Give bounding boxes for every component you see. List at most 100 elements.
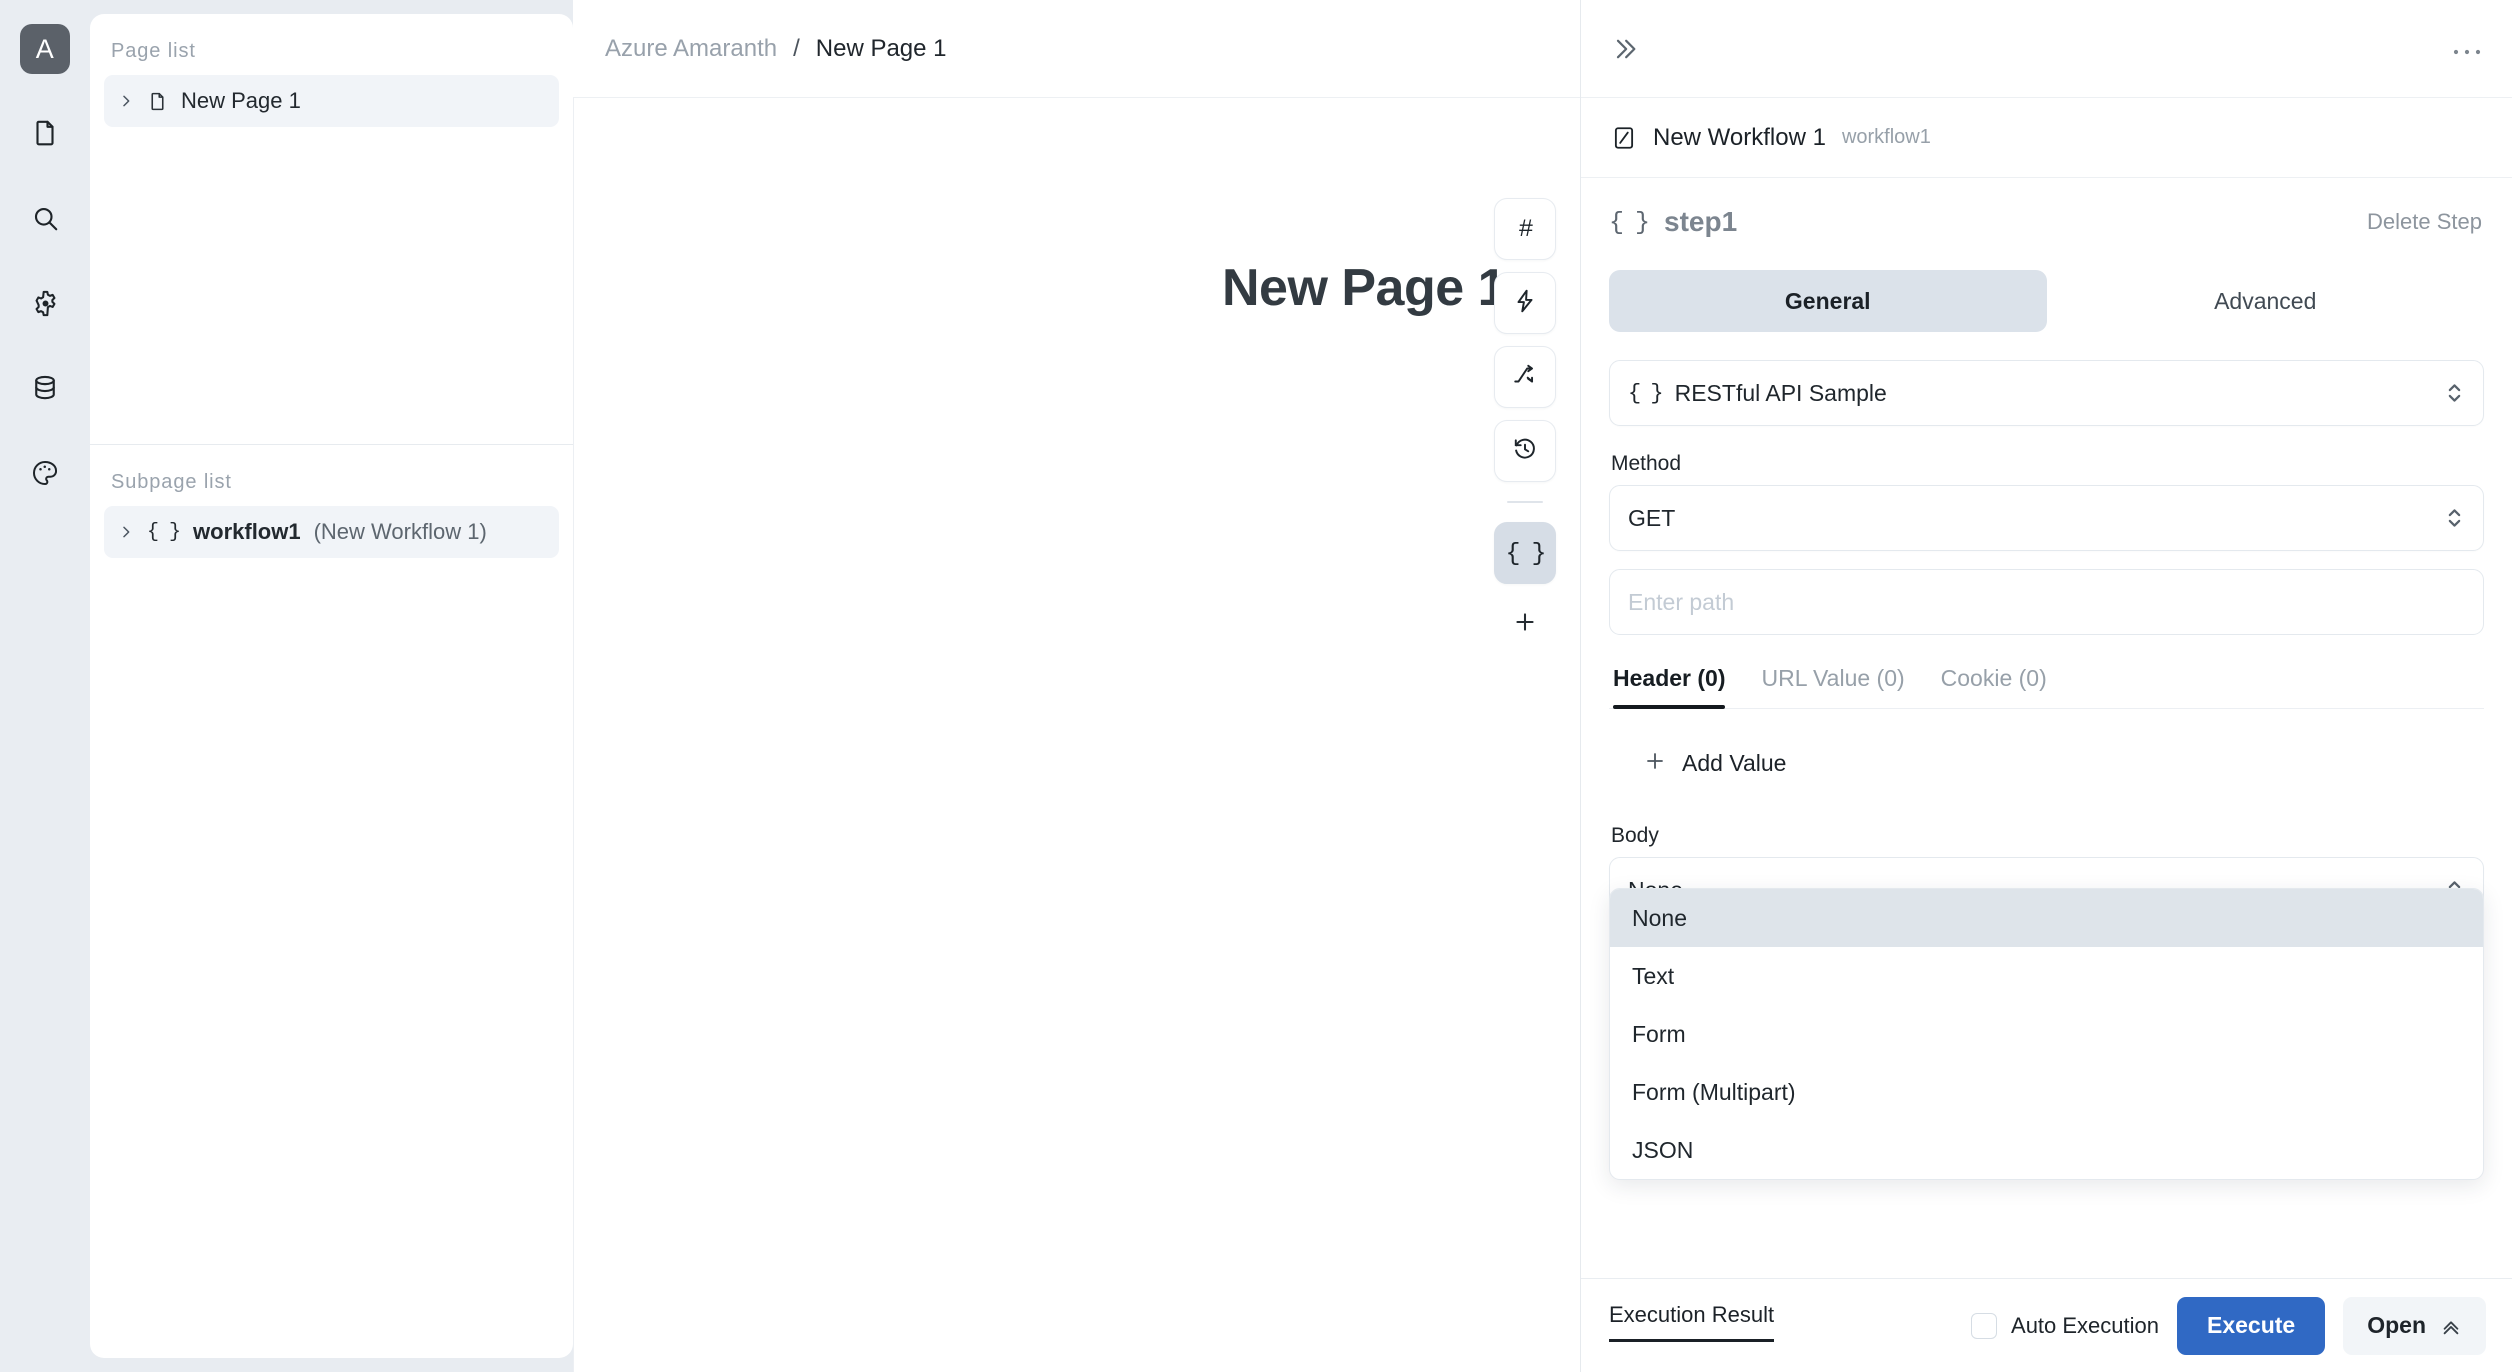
panel-topbar	[1581, 0, 2512, 98]
tab-cookie[interactable]: Cookie (0)	[1923, 665, 2065, 708]
braces-icon: { }	[1628, 380, 1664, 406]
tab-url-value-label: URL Value (0)	[1761, 665, 1905, 691]
tab-url-value[interactable]: URL Value (0)	[1743, 665, 1922, 708]
tab-header[interactable]: Header (0)	[1609, 665, 1743, 709]
chevron-updown-icon	[2446, 504, 2463, 532]
breadcrumb: Azure Amaranth / New Page 1	[573, 0, 1580, 98]
resource-select[interactable]: { } RESTful API Sample	[1609, 360, 2484, 426]
body-label: Body	[1611, 824, 1659, 847]
body-option-text-label: Text	[1632, 962, 1675, 989]
add-value-label: Add Value	[1682, 750, 1787, 776]
tab-advanced-label: Advanced	[2214, 287, 2317, 314]
body-option-form-multipart[interactable]: Form (Multipart)	[1610, 1063, 2483, 1121]
app-logo-button[interactable]: A	[20, 24, 70, 74]
chevron-updown-icon	[2446, 379, 2463, 407]
workflow-name: New Workflow 1	[1653, 123, 1826, 151]
panel-body: General Advanced { } RESTful API Sample …	[1581, 266, 2512, 1278]
path-input-placeholder: Enter path	[1628, 588, 1735, 615]
body-option-form-label: Form	[1632, 1020, 1686, 1047]
toolbar-add-button[interactable]	[1494, 596, 1556, 648]
toolbar-hash-button[interactable]: #	[1494, 198, 1556, 260]
breadcrumb-root[interactable]: Azure Amaranth	[605, 35, 777, 63]
shuffle-icon	[1512, 362, 1538, 393]
history-icon	[1512, 436, 1538, 467]
add-value-button[interactable]: Add Value	[1643, 749, 2484, 778]
param-tabs: Header (0) URL Value (0) Cookie (0)	[1609, 665, 2484, 709]
workflow-icon	[1611, 125, 1637, 151]
step-name: step1	[1664, 206, 1738, 237]
palette-icon	[30, 458, 60, 488]
body-dropdown-menu[interactable]: None Text Form Form (Multipart) JSON	[1609, 888, 2484, 1180]
body-option-none[interactable]: None	[1610, 889, 2483, 947]
breadcrumb-current[interactable]: New Page 1	[816, 35, 947, 63]
step-identity: { } step1	[1609, 206, 1737, 238]
panel-tabs: General Advanced	[1609, 270, 2484, 332]
search-icon	[30, 203, 60, 233]
chevron-right-icon[interactable]	[118, 93, 134, 109]
toolbar-divider	[1507, 501, 1543, 503]
body-option-none-label: None	[1632, 904, 1687, 931]
left-rail: A	[0, 0, 90, 1372]
rail-item-pages[interactable]	[19, 107, 71, 159]
subpage-list-items: { } workflow1 (New Workflow 1)	[90, 506, 573, 558]
rail-item-theme[interactable]	[19, 447, 71, 499]
app-root: A Page list New Page 1 Subpage list {} …	[0, 0, 2512, 1372]
workflow-panel: New Workflow 1 workflow1 { } step1 Delet…	[1580, 0, 2512, 1372]
toolbar-history-button[interactable]	[1494, 420, 1556, 482]
subpage-item-label: workflow1	[193, 519, 301, 544]
breadcrumb-separator: /	[793, 34, 800, 62]
chevron-right-icon[interactable]	[118, 524, 134, 540]
tab-advanced[interactable]: Advanced	[2047, 270, 2485, 332]
page-list-heading: Page list	[111, 40, 196, 62]
execute-button-label: Execute	[2207, 1312, 2296, 1338]
tab-cookie-label: Cookie (0)	[1940, 665, 2047, 691]
toolbar-flow-button[interactable]	[1494, 346, 1556, 408]
page-list-items: New Page 1	[90, 75, 573, 127]
page-list-item-new-page-1[interactable]: New Page 1	[104, 75, 559, 127]
method-label: Method	[1611, 452, 1682, 475]
body-option-form-multipart-label: Form (Multipart)	[1632, 1078, 1796, 1105]
ellipsis-icon[interactable]	[2452, 42, 2482, 56]
main-area: Azure Amaranth / New Page 1 New Page 1 #	[573, 0, 1580, 1372]
delete-step-button[interactable]: Delete Step	[2367, 209, 2482, 235]
braces-icon: { }	[1505, 538, 1546, 568]
resource-select-value: RESTful API Sample	[1674, 379, 1887, 406]
hash-icon: #	[1518, 214, 1533, 244]
execution-result-tab[interactable]: Execution Result	[1609, 1302, 1775, 1350]
braces-icon: { }	[147, 520, 181, 544]
page-canvas[interactable]: New Page 1 # {}	[573, 98, 1580, 1372]
open-button[interactable]: Open	[2343, 1296, 2486, 1355]
auto-execution-toggle[interactable]: Auto Execution	[1971, 1312, 2159, 1339]
step-header-row: { } step1 Delete Step	[1581, 178, 2512, 266]
plus-icon	[1643, 749, 1667, 778]
subpage-list-item-workflow1[interactable]: { } workflow1 (New Workflow 1)	[104, 506, 559, 558]
subpage-list-heading: Subpage list	[111, 471, 232, 493]
bolt-icon	[1512, 288, 1538, 319]
body-option-form[interactable]: Form	[1610, 1005, 2483, 1063]
body-option-json-label: JSON	[1632, 1136, 1694, 1163]
rail-item-settings[interactable]	[19, 277, 71, 329]
toolbar-workflow-button[interactable]: { }	[1494, 522, 1556, 584]
execute-button[interactable]: Execute	[2177, 1296, 2326, 1355]
chevron-double-right-icon[interactable]	[1611, 35, 1639, 63]
rail-item-search[interactable]	[19, 192, 71, 244]
page-title: New Page 1	[1222, 259, 1507, 317]
auto-execution-checkbox[interactable]	[1971, 1312, 1998, 1339]
page-list-item-label: New Page 1	[181, 88, 301, 113]
tab-general[interactable]: General	[1609, 270, 2047, 332]
page-list-panel: Page list New Page 1 Subpage list {} wo…	[90, 14, 573, 1358]
workflow-title-row: New Workflow 1 workflow1	[1581, 98, 2512, 178]
plus-icon	[1516, 613, 1534, 631]
document-icon	[147, 91, 168, 112]
toolbar-action-button[interactable]	[1494, 272, 1556, 334]
rail-item-data[interactable]	[19, 362, 71, 414]
chevron-double-up-icon	[2440, 1315, 2462, 1337]
document-icon	[30, 118, 60, 148]
canvas-toolbar: # {}	[1494, 198, 1556, 648]
panel-bottom-bar: Execution Result Auto Execution Execute …	[1581, 1278, 2512, 1372]
method-select[interactable]: GET	[1609, 485, 2484, 551]
auto-execution-label: Auto Execution	[2011, 1312, 2159, 1338]
path-input[interactable]: Enter path	[1609, 569, 2484, 635]
body-option-json[interactable]: JSON	[1610, 1121, 2483, 1179]
body-option-text[interactable]: Text	[1610, 947, 2483, 1005]
